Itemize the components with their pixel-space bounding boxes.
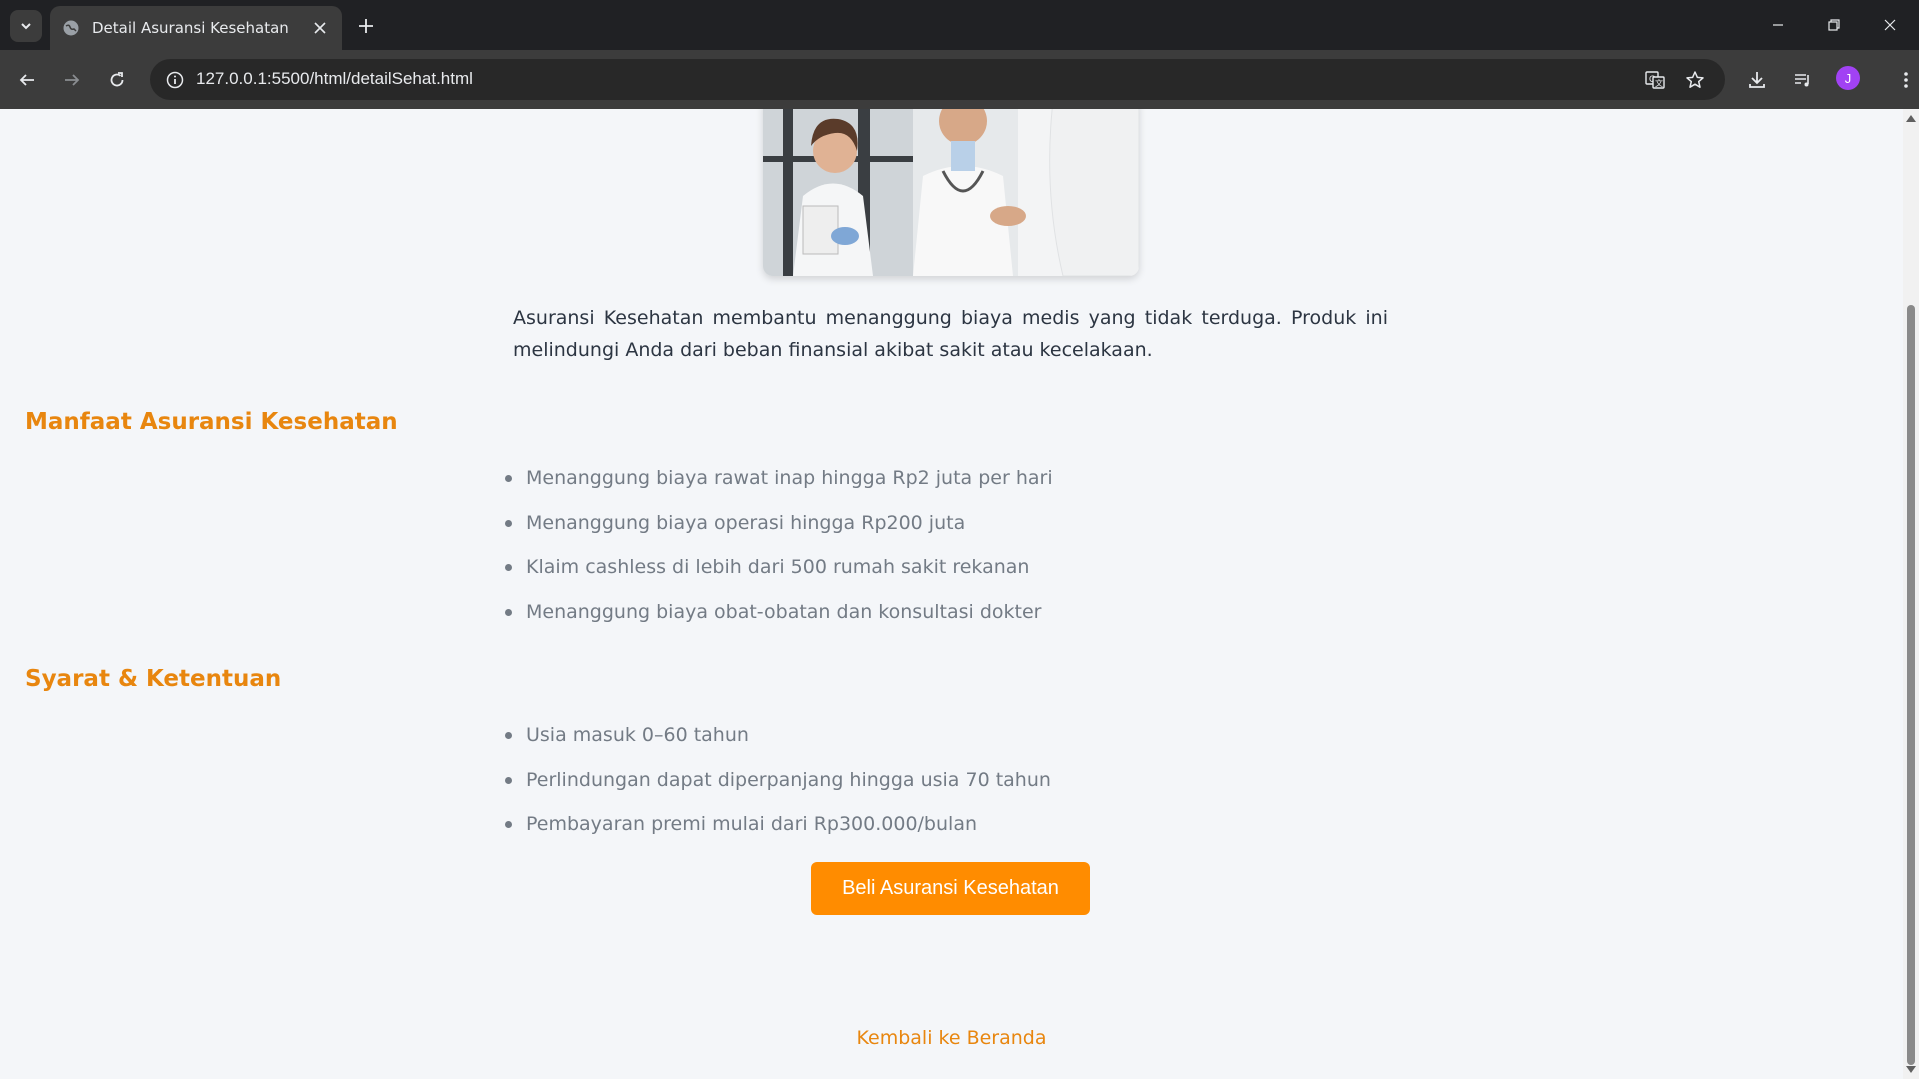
more-vertical-icon: [1904, 72, 1908, 88]
address-bar[interactable]: 127.0.0.1:5500/html/detailSehat.html G文: [150, 59, 1725, 100]
terms-list: Usia masuk 0–60 tahun Perlindungan dapat…: [505, 723, 1051, 857]
benefits-list: Menanggung biaya rawat inap hingga Rp2 j…: [505, 466, 1053, 644]
scroll-up-icon[interactable]: [1906, 115, 1916, 122]
minimize-button[interactable]: [1750, 0, 1806, 50]
list-item: Menanggung biaya rawat inap hingga Rp2 j…: [505, 466, 1053, 511]
back-to-home-link-text[interactable]: Kembali ke Beranda: [857, 1027, 1047, 1049]
tab-title: Detail Asuransi Kesehatan: [92, 19, 289, 37]
list-item: Pembayaran premi mulai dari Rp300.000/bu…: [505, 812, 1051, 857]
arrow-left-icon: [19, 74, 34, 86]
list-item: Menanggung biaya operasi hingga Rp200 ju…: [505, 511, 1053, 556]
list-item: Menanggung biaya obat-obatan dan konsult…: [505, 600, 1053, 645]
hero-image: [763, 109, 1139, 276]
scroll-down-icon[interactable]: [1906, 1066, 1916, 1073]
list-item: Klaim cashless di lebih dari 500 rumah s…: [505, 555, 1053, 600]
browser-tab[interactable]: Detail Asuransi Kesehatan: [50, 6, 342, 50]
downloads-button[interactable]: [1740, 63, 1774, 97]
list-item: Usia masuk 0–60 tahun: [505, 723, 1051, 768]
tab-search-button[interactable]: [10, 10, 42, 42]
buy-insurance-button[interactable]: Beli Asuransi Kesehatan: [811, 862, 1090, 915]
close-window-button[interactable]: [1862, 0, 1918, 50]
forward-button[interactable]: [55, 63, 89, 97]
plus-icon: [359, 19, 373, 33]
reload-button[interactable]: [100, 63, 134, 97]
minimize-icon: [1773, 24, 1783, 26]
back-button[interactable]: [10, 63, 44, 97]
close-icon: [314, 22, 326, 34]
media-controls-button[interactable]: [1786, 63, 1820, 97]
page-viewport: Asuransi Kesehatan membantu menanggung b…: [0, 109, 1903, 1079]
url-text: 127.0.0.1:5500/html/detailSehat.html: [196, 69, 473, 88]
browser-toolbar: 127.0.0.1:5500/html/detailSehat.html G文: [0, 50, 1919, 109]
site-info-button[interactable]: [162, 67, 188, 93]
svg-text:文: 文: [1655, 78, 1663, 88]
close-tab-button[interactable]: [310, 18, 330, 38]
benefits-heading: Manfaat Asuransi Kesehatan: [25, 409, 398, 435]
profile-avatar[interactable]: J: [1836, 66, 1860, 90]
arrow-right-icon: [65, 74, 80, 86]
download-icon: [1749, 72, 1765, 88]
star-icon: [1686, 71, 1704, 88]
scrollbar-thumb[interactable]: [1907, 305, 1915, 1065]
restore-button[interactable]: [1806, 0, 1862, 50]
list-item: Perlindungan dapat diperpanjang hingga u…: [505, 768, 1051, 813]
info-icon: [166, 71, 184, 89]
doctors-photo: [763, 109, 1139, 276]
globe-icon: [63, 20, 79, 36]
intro-paragraph: Asuransi Kesehatan membantu menanggung b…: [513, 307, 1388, 361]
chevron-down-icon: [21, 23, 31, 30]
bookmark-button[interactable]: [1682, 67, 1708, 93]
restore-icon: [1828, 19, 1840, 31]
reload-icon: [110, 72, 124, 87]
terms-heading: Syarat & Ketentuan: [25, 666, 282, 692]
playlist-icon: [1795, 74, 1809, 87]
back-to-home-link: Kembali ke Beranda: [0, 1027, 1903, 1049]
translate-icon: G文: [1645, 71, 1665, 89]
vertical-scrollbar[interactable]: [1903, 109, 1919, 1079]
tab-strip: Detail Asuransi Kesehatan: [0, 0, 1919, 50]
new-tab-button[interactable]: [352, 12, 380, 40]
translate-button[interactable]: G文: [1642, 67, 1668, 93]
menu-button[interactable]: [1889, 63, 1919, 97]
close-icon: [1884, 19, 1896, 31]
